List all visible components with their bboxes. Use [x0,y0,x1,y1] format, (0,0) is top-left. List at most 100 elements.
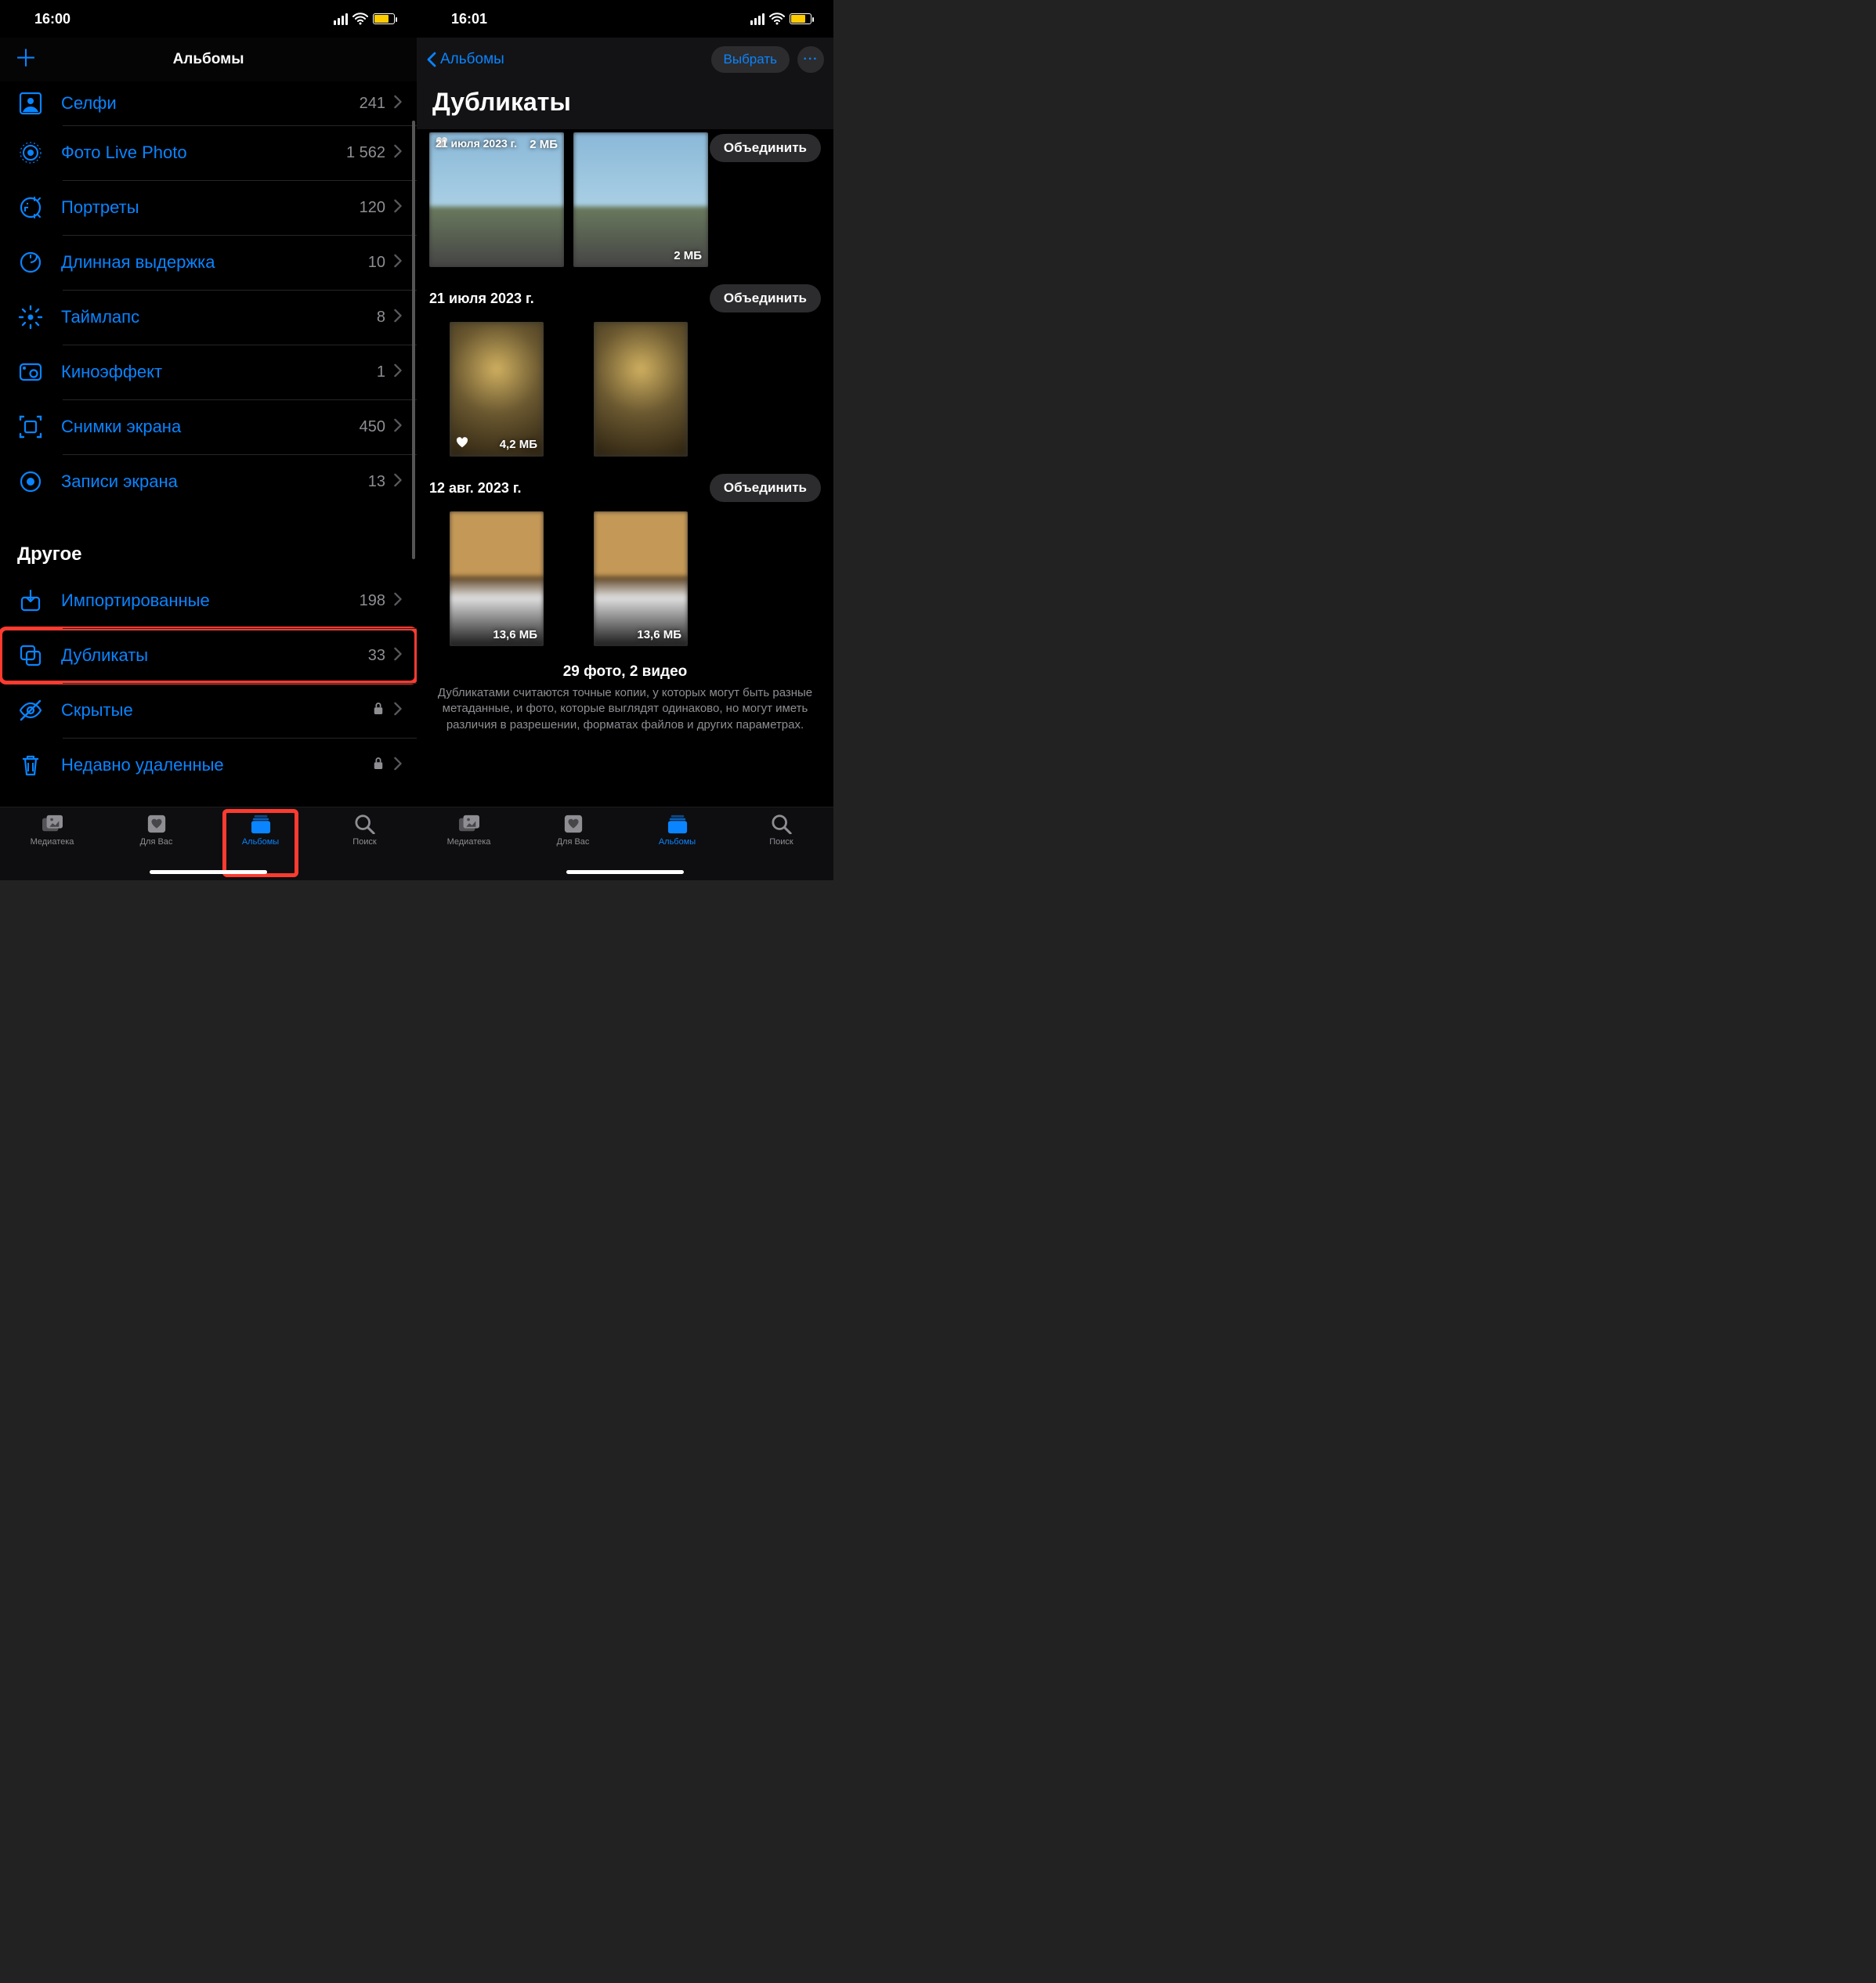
tab-library[interactable]: Медиатека [0,814,104,880]
group-date: 21 июля 2023 г. [429,291,534,307]
chevron-icon [393,473,403,491]
albums-icon [249,814,273,834]
row-count: 198 [360,592,385,610]
selfie-icon [14,87,47,120]
search-icon [770,814,793,834]
row-screen-recordings[interactable]: Записи экрана 13 [0,454,417,509]
row-label: Киноэффект [61,362,377,382]
cinematic-icon [14,356,47,388]
timelapse-icon [14,301,47,334]
lock-icon [373,757,384,775]
duplicates-content[interactable]: 21 июля 2023 г. 2 МБ 2 МБ [417,129,833,807]
chevron-icon [393,418,403,436]
row-screenshots[interactable]: Снимки экрана 450 [0,399,417,454]
thumbnail[interactable]: 2 МБ [573,132,708,267]
more-button[interactable]: ··· [797,46,824,73]
row-count: 10 [368,254,385,272]
thumb-size: 2 МБ [530,138,558,151]
chevron-icon [393,144,403,162]
albums-list[interactable]: Селфи 241 Фото Live Photo 1 562 Портреты… [0,81,417,807]
thumbnail-row: 13,6 МБ 13,6 МБ [417,508,833,656]
row-label: Дубликаты [61,645,368,666]
row-label: Скрытые [61,700,373,721]
scrollbar-thumb[interactable] [412,121,415,559]
long-exposure-icon [14,246,47,279]
row-imported[interactable]: Импортированные 198 [0,573,417,628]
row-count: 241 [360,95,385,113]
tab-search[interactable]: Поиск [313,814,417,880]
wifi-icon [769,13,785,25]
row-label: Записи экрана [61,471,368,492]
tab-label: Для Вас [140,837,173,847]
add-button[interactable]: ＋ [14,48,38,71]
thumbnail[interactable]: 21 июля 2023 г. 2 МБ [429,132,564,267]
section-header-other: Другое [0,509,417,573]
row-portraits[interactable]: Портреты 120 [0,180,417,235]
summary-text: Дубликатами считаются точные копии, у ко… [428,685,822,733]
row-label: Длинная выдержка [61,252,368,273]
thumb-date-overlay: 21 июля 2023 г. [436,137,517,150]
live-photo-icon [14,136,47,169]
trash-icon [14,749,47,782]
nav-bar: ＋ Альбомы [0,38,417,81]
duplicates-icon [14,639,47,672]
thumbnail[interactable]: 4,2 МБ [450,322,544,457]
status-bar: 16:01 [417,0,833,38]
row-selfie[interactable]: Селфи 241 [0,81,417,125]
row-count: 13 [368,473,385,491]
home-indicator[interactable] [150,870,267,874]
portrait-icon [14,191,47,224]
thumbnail-row: 4,2 МБ [417,319,833,466]
library-icon [457,814,481,834]
select-button[interactable]: Выбрать [711,46,790,73]
thumbnail[interactable] [594,322,688,457]
albums-icon [666,814,689,834]
row-recently-deleted[interactable]: Недавно удаленные [0,738,417,793]
home-indicator[interactable] [566,870,684,874]
thumb-size: 13,6 МБ [493,628,537,641]
merge-button[interactable]: Объединить [710,474,821,502]
row-count: 1 [377,363,385,381]
back-button[interactable]: Альбомы [426,51,504,68]
row-count: 1 562 [346,144,385,162]
lock-icon [373,702,384,720]
import-icon [14,584,47,617]
chevron-icon [393,363,403,381]
summary-block: 29 фото, 2 видео Дубликатами считаются т… [417,656,833,733]
row-count: 8 [377,309,385,327]
tab-label: Поиск [352,837,376,847]
summary-title: 29 фото, 2 видео [428,663,822,681]
tab-library[interactable]: Медиатека [417,814,521,880]
thumbnail[interactable]: 13,6 МБ [594,511,688,646]
tab-bar: Медиатека Для Вас Альбомы Поиск [0,807,417,880]
wifi-icon [352,13,368,25]
thumbnail[interactable]: 13,6 МБ [450,511,544,646]
group-header: 12 авг. 2023 г. Объединить [417,466,833,508]
phone-right: 16:01 Альбомы Выбрать ··· Дубликаты 21 и… [417,0,833,880]
heart-icon [456,437,468,452]
search-icon [353,814,377,834]
row-label: Таймлапс [61,307,377,327]
nav-title: Альбомы [173,51,244,68]
row-long-exposure[interactable]: Длинная выдержка 10 [0,235,417,290]
row-count: 120 [360,199,385,217]
row-live-photo[interactable]: Фото Live Photo 1 562 [0,125,417,180]
thumb-size: 2 МБ [674,249,702,262]
row-label: Недавно удаленные [61,755,373,775]
row-cinematic[interactable]: Киноэффект 1 [0,345,417,399]
row-label: Импортированные [61,591,360,611]
row-hidden[interactable]: Скрытые [0,683,417,738]
tab-label: Медиатека [31,837,74,847]
chevron-icon [393,95,403,113]
page-title: Дубликаты [417,81,833,129]
tab-search[interactable]: Поиск [729,814,833,880]
cellular-icon [750,13,764,25]
merge-button[interactable]: Объединить [710,284,821,312]
row-duplicates[interactable]: Дубликаты 33 [0,628,417,683]
chevron-icon [393,647,403,665]
screenshot-icon [14,410,47,443]
cellular-icon [334,13,348,25]
merge-button[interactable]: Объединить [710,134,821,162]
tab-label: Альбомы [242,837,279,847]
row-timelapse[interactable]: Таймлапс 8 [0,290,417,345]
